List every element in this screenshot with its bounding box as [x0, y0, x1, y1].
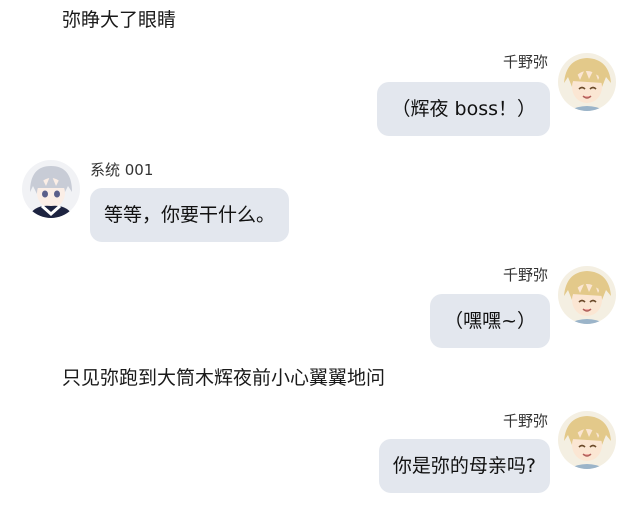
message-bubble[interactable]: 等等，你要干什么。: [90, 188, 290, 242]
blonde-boy-avatar[interactable]: [558, 266, 616, 324]
sender-name: 千野弥: [502, 412, 548, 430]
blonde-boy-avatar[interactable]: [558, 411, 616, 469]
blonde-boy-avatar[interactable]: [558, 53, 616, 111]
sender-name: 系统 001: [90, 161, 154, 179]
message-bubble[interactable]: （辉夜 boss！）: [377, 82, 550, 136]
narration-text: 只见弥跑到大筒木辉夜前小心翼翼地问: [62, 367, 386, 389]
sender-name: 千野弥: [502, 53, 548, 71]
message-bubble[interactable]: 你是弥的母亲吗?: [378, 439, 550, 493]
narration-text: 弥睁大了眼睛: [62, 9, 177, 31]
message-bubble[interactable]: （嘿嘿~）: [430, 294, 550, 348]
silver-hair-boy-avatar[interactable]: [22, 160, 80, 218]
sender-name: 千野弥: [502, 266, 548, 284]
